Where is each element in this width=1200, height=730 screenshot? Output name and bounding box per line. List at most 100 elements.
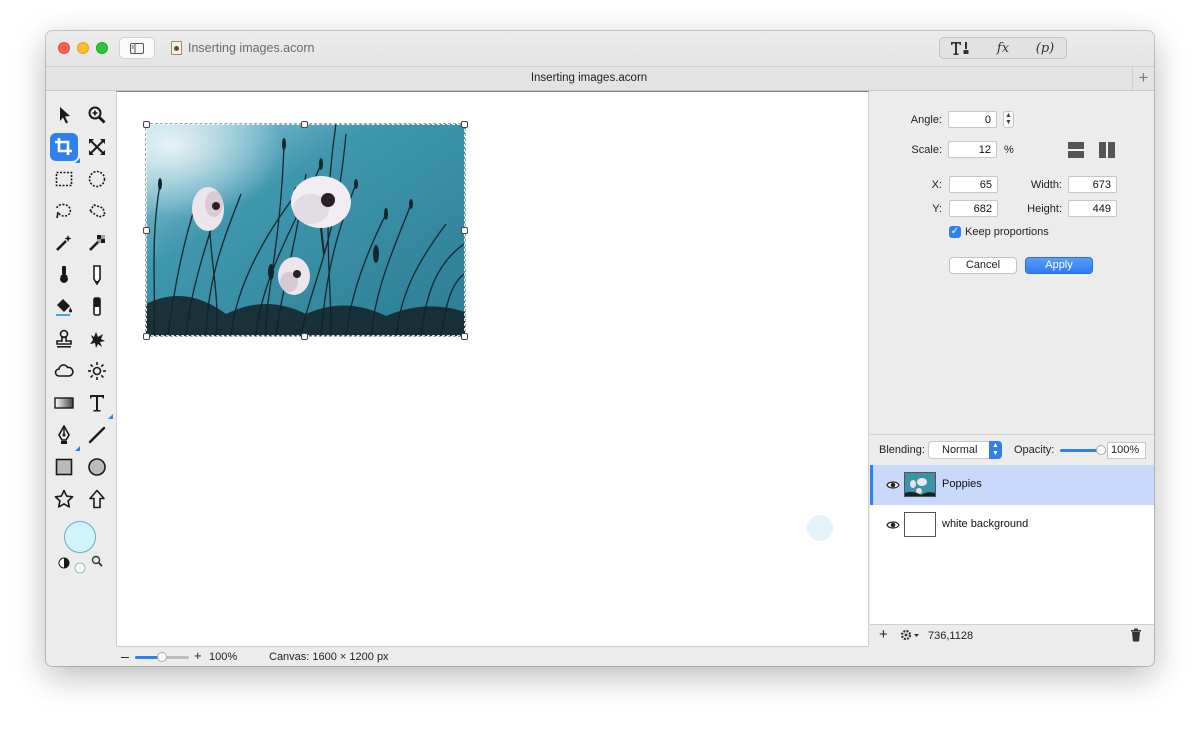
visibility-eye-icon[interactable] xyxy=(886,518,900,532)
line-icon xyxy=(88,426,106,444)
resize-handle-bottom-left[interactable] xyxy=(143,333,150,340)
zoom-slider-knob[interactable] xyxy=(157,652,167,662)
fill-color-well[interactable] xyxy=(64,521,96,553)
resize-handle-top-left[interactable] xyxy=(143,121,150,128)
layer-name[interactable]: white background xyxy=(942,518,1028,530)
resize-handle-right[interactable] xyxy=(461,227,468,234)
oval-shape-tool[interactable] xyxy=(83,453,111,481)
canvas[interactable] xyxy=(116,91,869,646)
color-wand-tool[interactable] xyxy=(83,229,111,257)
lasso-tool[interactable] xyxy=(50,197,78,225)
tool-menu-indicator xyxy=(75,158,80,163)
keep-proportions-label: Keep proportions xyxy=(965,226,1049,238)
blending-value: Normal xyxy=(942,444,978,456)
resize-handle-left[interactable] xyxy=(143,227,150,234)
arrow-shape-tool[interactable] xyxy=(83,485,111,513)
stroke-color-icon[interactable] xyxy=(74,562,86,574)
opacity-slider[interactable] xyxy=(1060,445,1106,455)
tab-title[interactable]: Inserting images.acorn xyxy=(46,72,1132,84)
x-field[interactable]: 65 xyxy=(949,176,998,193)
scale-label: Scale: xyxy=(911,144,942,156)
brush-tool[interactable] xyxy=(50,261,78,289)
select-arrow-icon xyxy=(60,107,70,124)
layer-row-white-background[interactable]: white background xyxy=(870,505,1154,545)
minimize-window-button[interactable] xyxy=(77,42,89,54)
pencil-icon xyxy=(93,265,101,285)
eyedropper-zoom-icon[interactable] xyxy=(91,555,103,567)
zoom-out-button[interactable]: – xyxy=(121,648,129,664)
scale-field[interactable]: 12 xyxy=(948,141,997,158)
keep-proportions-checkbox[interactable]: ✓ xyxy=(949,226,961,238)
title-bar: Inserting images.acorn fx (p) xyxy=(46,31,1154,66)
swap-colors-icon[interactable] xyxy=(58,557,70,569)
pencil-tool[interactable] xyxy=(83,261,111,289)
close-window-button[interactable] xyxy=(58,42,70,54)
y-label: Y: xyxy=(932,203,942,215)
layer-name[interactable]: Poppies xyxy=(942,478,982,490)
width-field[interactable]: 673 xyxy=(1068,176,1117,193)
add-layer-button[interactable]: + xyxy=(879,626,888,643)
gear-icon[interactable] xyxy=(899,628,921,642)
blending-select[interactable]: Normal ▲ ▼ xyxy=(928,441,1002,459)
ellipse-select-tool[interactable] xyxy=(83,165,111,193)
star-icon xyxy=(54,489,74,508)
paint-bucket-tool[interactable] xyxy=(50,293,78,321)
gradient-icon xyxy=(54,397,74,409)
sun-icon xyxy=(88,362,106,380)
p-button[interactable]: (p) xyxy=(1024,38,1066,58)
pen-tool[interactable] xyxy=(50,421,80,451)
zoom-tool[interactable] xyxy=(83,101,111,129)
polygon-lasso-tool[interactable] xyxy=(83,197,111,225)
height-field[interactable]: 449 xyxy=(1068,200,1117,217)
flip-vertical-icon[interactable] xyxy=(1067,141,1085,159)
document-icon xyxy=(171,41,182,55)
zoom-in-button[interactable]: + xyxy=(194,648,202,663)
cloud-icon xyxy=(54,364,74,377)
zoom-slider[interactable] xyxy=(135,652,189,662)
resize-handle-top-right[interactable] xyxy=(461,121,468,128)
magic-wand-tool[interactable] xyxy=(50,229,78,257)
sidebar-toggle-button[interactable] xyxy=(119,37,155,59)
select-arrow-tool[interactable] xyxy=(50,101,78,129)
gradient-tool[interactable] xyxy=(50,389,78,417)
transform-tool[interactable] xyxy=(83,133,111,161)
visibility-eye-icon[interactable] xyxy=(886,478,900,492)
eraser-tool[interactable] xyxy=(83,293,111,321)
resize-handle-bottom-right[interactable] xyxy=(461,333,468,340)
splatter-tool[interactable] xyxy=(83,325,111,353)
opacity-field[interactable]: 100% xyxy=(1107,442,1146,459)
sun-tool[interactable] xyxy=(83,357,111,385)
width-label: Width: xyxy=(1030,179,1062,191)
flip-horizontal-icon[interactable] xyxy=(1098,141,1116,159)
opacity-slider-knob[interactable] xyxy=(1096,445,1106,455)
angle-field[interactable]: 0 xyxy=(948,111,997,128)
layer-row-poppies[interactable]: Poppies xyxy=(870,465,1154,505)
rect-select-tool[interactable] xyxy=(50,165,78,193)
zoom-window-button[interactable] xyxy=(96,42,108,54)
angle-stepper[interactable]: ▲ ▼ xyxy=(1003,111,1014,128)
clone-stamp-icon xyxy=(56,329,72,348)
layers-list: Poppies white background xyxy=(870,465,1154,624)
crop-tool[interactable] xyxy=(50,133,80,163)
text-tool[interactable] xyxy=(83,389,113,419)
tool-menu-indicator xyxy=(75,446,80,451)
transform-bounding-box[interactable] xyxy=(145,123,466,337)
pen-icon xyxy=(58,425,70,444)
fx-button[interactable]: fx xyxy=(982,38,1024,58)
trash-icon[interactable] xyxy=(1130,628,1142,642)
resize-handle-bottom[interactable] xyxy=(301,333,308,340)
resize-handle-top[interactable] xyxy=(301,121,308,128)
rectangle-shape-tool[interactable] xyxy=(50,453,78,481)
y-field[interactable]: 682 xyxy=(949,200,998,217)
line-tool[interactable] xyxy=(83,421,111,449)
cloud-tool[interactable] xyxy=(50,357,78,385)
sidebar-icon xyxy=(130,42,144,54)
text-tools-button[interactable] xyxy=(940,38,982,58)
layers-header: Blending: Normal ▲ ▼ Opacity: 100% xyxy=(870,434,1154,465)
cancel-button[interactable]: Cancel xyxy=(949,257,1017,274)
tool-menu-indicator xyxy=(108,414,113,419)
new-tab-button[interactable]: + xyxy=(1132,67,1154,91)
clone-stamp-tool[interactable] xyxy=(50,325,78,353)
star-tool[interactable] xyxy=(50,485,78,513)
apply-button[interactable]: Apply xyxy=(1025,257,1093,274)
